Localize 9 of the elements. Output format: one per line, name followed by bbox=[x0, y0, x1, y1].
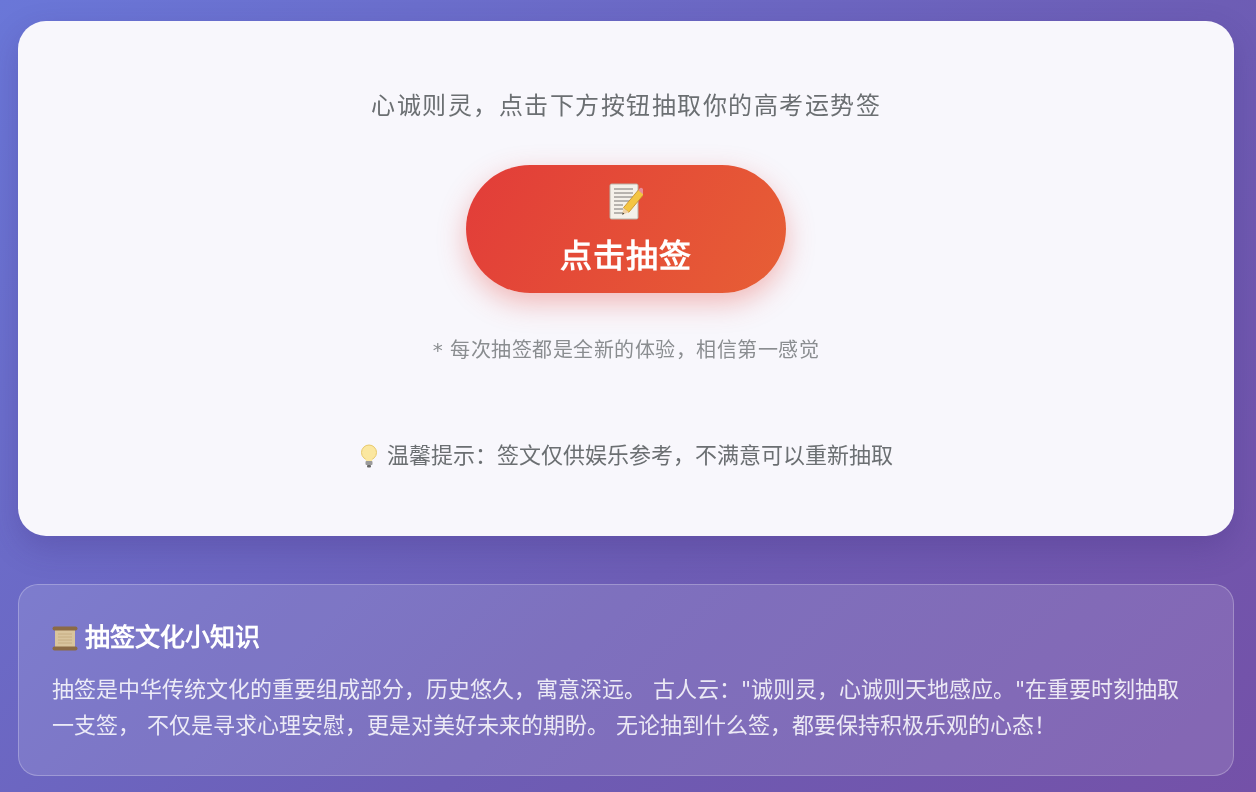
memo-pencil-icon bbox=[609, 182, 643, 220]
light-bulb-icon bbox=[359, 444, 379, 468]
tip-text: 温馨提示：签文仅供娱乐参考，不满意可以重新抽取 bbox=[387, 442, 893, 470]
subtitle: 心诚则灵，点击下方按钮抽取你的高考运势签 bbox=[371, 91, 881, 122]
info-paragraph: 抽签是中华传统文化的重要组成部分，历史悠久，寓意深远。 古人云："诚则灵，心诚则天地感应。"在重要时刻抽取一支签， 不仅是寻求心理安慰，更是对美好未来的期盼。 无论抽到什么签，都要保持积极乐观的心态！ bbox=[52, 676, 1181, 740]
scroll-icon bbox=[52, 625, 78, 651]
draw-button[interactable]: 点击抽签 bbox=[466, 165, 786, 293]
info-title: 抽签文化小知识 bbox=[85, 622, 260, 654]
note-text: * 每次抽签都是全新的体验，相信第一感觉 bbox=[432, 337, 820, 363]
